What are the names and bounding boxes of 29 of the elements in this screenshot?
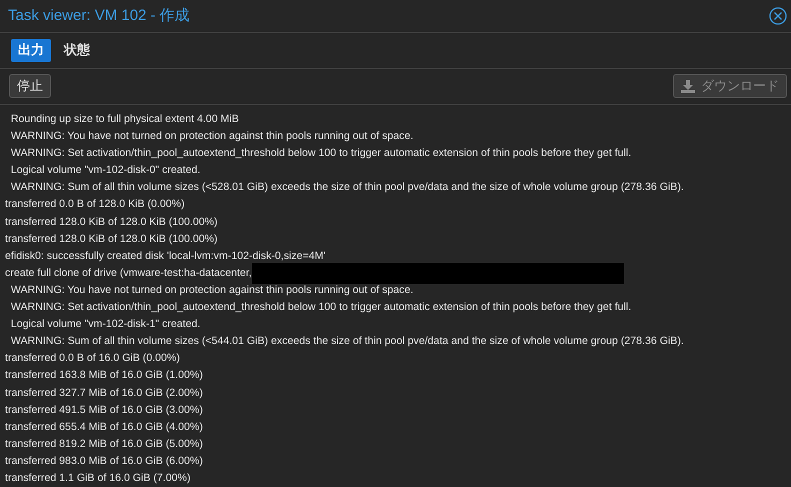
log-line: transferred 128.0 KiB of 128.0 KiB (100.00%) (5, 214, 218, 230)
log-line: Logical volume "vm-102-disk-0" created. (10, 163, 200, 178)
log-line: create full clone of drive (vmware-test:ha-datacenter, (5, 266, 252, 281)
log-line: WARNING: You have not turned on protection against thin pools running out of space. (10, 129, 414, 144)
download-icon (681, 80, 695, 93)
log-line: WARNING: Sum of all thin volume sizes (<528.01 GiB) exceeds the size of thin pool pve/data and the size of whole volume group (278.36 GiB). (10, 180, 684, 196)
log-line: WARNING: Set activation/thin_pool_autoextend_threshold below 100 to trigger automatic extension of thin pools before they get full. (10, 146, 632, 162)
log-line: transferred 491.5 MiB of 16.0 GiB (3.00%) (5, 402, 203, 418)
log-line: transferred 1.1 GiB of 16.0 GiB (7.00%) (5, 470, 190, 486)
log-line: transferred 163.8 MiB of 16.0 GiB (1.00%) (5, 368, 203, 384)
log-line: transferred 0.0 B of 128.0 KiB (0.00%) (5, 197, 185, 212)
tab[interactable]: 出力 (11, 38, 51, 62)
log-line: transferred 128.0 KiB of 128.0 KiB (100.00%) (5, 232, 218, 247)
log-line: WARNING: You have not turned on protection against thin pools running out of space. (10, 282, 414, 298)
log-line: WARNING: Set activation/thin_pool_autoextend_threshold below 100 to trigger automatic extension of thin pools before they get full. (10, 300, 632, 316)
tab[interactable]: 状態 (57, 38, 97, 62)
log-line: Logical volume "vm-102-disk-1" created. (10, 317, 200, 332)
log-line: Rounding up size to full physical extent 4.00 MiB (10, 112, 239, 127)
log-line: transferred 0.0 B of 16.0 GiB (0.00%) (5, 351, 180, 366)
log-line: WARNING: Sum of all thin volume sizes (<544.01 GiB) exceeds the size of thin pool pve/data and the size of whole volume group (278.36 GiB). (10, 334, 684, 350)
log-line: efidisk0: successfully created disk 'local-lvm:vm-102-disk-0,size=4M' (5, 248, 326, 264)
close-icon (769, 6, 787, 25)
stop-button[interactable]: 停止 (9, 74, 51, 98)
log-line: transferred 655.4 MiB of 16.0 GiB (4.00%) (5, 420, 203, 435)
log-line: transferred 819.2 MiB of 16.0 GiB (5.00%) (5, 436, 203, 452)
window-title: Task viewer: VM 102 - 作成 (8, 6, 190, 26)
log-line: transferred 983.0 MiB of 16.0 GiB (6.00%) (5, 454, 203, 469)
log-line: transferred 327.7 MiB of 16.0 GiB (2.00%) (5, 386, 203, 400)
close-button[interactable] (769, 6, 787, 25)
